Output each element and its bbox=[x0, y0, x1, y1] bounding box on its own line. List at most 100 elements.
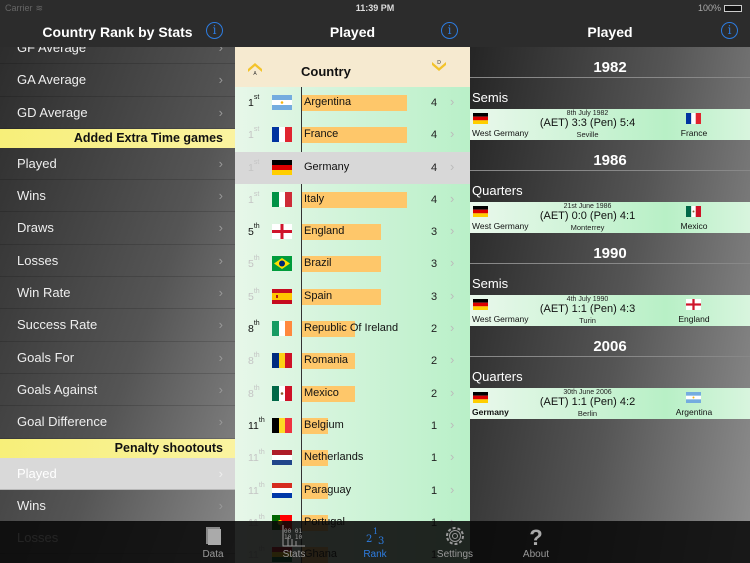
match-date: 8th July 1982 bbox=[566, 110, 609, 117]
rank-position: 5th bbox=[248, 255, 260, 271]
sort-descending-icon[interactable]: D bbox=[431, 59, 447, 73]
chevron-right-icon: › bbox=[450, 94, 455, 109]
menu-item-label: Losses bbox=[17, 252, 59, 268]
netherlands-flag-icon bbox=[272, 450, 292, 466]
menu-item-ga-average[interactable]: GA Average › bbox=[0, 64, 235, 97]
rank-position: 5th bbox=[248, 223, 260, 239]
tab-stats[interactable]: 00 01 10 10 Stats bbox=[254, 521, 334, 563]
rank-row[interactable]: 1st France 4 › bbox=[235, 119, 470, 152]
rank-row[interactable]: 8th Republic Of Ireland 2 › bbox=[235, 313, 470, 346]
chevron-right-icon: › bbox=[450, 449, 455, 465]
section-header: Penalty shootouts bbox=[0, 438, 235, 458]
rank-position: 8th bbox=[248, 384, 260, 400]
chevron-right-icon: › bbox=[450, 320, 455, 336]
menu-item-wins[interactable]: Wins › bbox=[0, 180, 235, 213]
menu-item-gd-average[interactable]: GD Average › bbox=[0, 97, 235, 129]
svg-text:A: A bbox=[253, 71, 257, 75]
rank-row[interactable]: 11th Belgium 1 › bbox=[235, 409, 470, 443]
year-header: 1986 bbox=[470, 140, 750, 171]
rank-position: 8th bbox=[248, 320, 260, 336]
away-team: France bbox=[680, 128, 708, 138]
menu-item-played[interactable]: Played › bbox=[0, 457, 235, 490]
belgium-flag-icon bbox=[272, 417, 292, 433]
rank-row[interactable]: 5th Brazil 3 › bbox=[235, 248, 470, 281]
year-header: 2006 bbox=[470, 326, 750, 357]
match-row[interactable]: West Germany 21st June 1986 (AET) 0:0 (Pen… bbox=[470, 202, 750, 233]
match-row[interactable]: West Germany 8th July 1982 (AET) 3:3 (Pen)… bbox=[470, 109, 750, 140]
battery-status: 100% bbox=[698, 3, 742, 13]
middle-panel-title: Played bbox=[329, 24, 376, 40]
menu-item-label: GD Average bbox=[17, 104, 88, 120]
country-name: Argentina bbox=[304, 96, 352, 108]
stat-value: 4 bbox=[431, 161, 438, 174]
away-team: England bbox=[678, 314, 710, 324]
binary-chart-icon: 00 0110 10 bbox=[282, 525, 305, 547]
stat-value: 2 bbox=[431, 355, 438, 368]
country-name: Netherlands bbox=[304, 451, 364, 464]
stat-value: 4 bbox=[431, 129, 438, 142]
menu-item-label: GA Average bbox=[17, 72, 87, 88]
rank-position: 1st bbox=[248, 126, 260, 142]
menu-item-goals-for[interactable]: Goals For › bbox=[0, 342, 235, 374]
chevron-right-icon: › bbox=[218, 285, 223, 301]
menu-item-goals-against[interactable]: Goals Against › bbox=[0, 374, 235, 407]
rank-position: 1st bbox=[248, 158, 260, 174]
menu-item-draws[interactable]: Draws › bbox=[0, 212, 235, 245]
paraguay-flag-icon bbox=[272, 482, 292, 498]
chevron-right-icon: › bbox=[450, 481, 455, 497]
rank-row[interactable]: 11th Netherlands 1 › bbox=[235, 442, 470, 475]
stat-value: 1 bbox=[431, 419, 438, 432]
rank-row[interactable]: 8th Mexico 2 › bbox=[235, 377, 470, 410]
brazil-flag-icon bbox=[272, 256, 292, 272]
menu-item-win-rate[interactable]: Win Rate › bbox=[0, 277, 235, 310]
menu-item-goal-difference[interactable]: Goal Difference › bbox=[0, 406, 235, 439]
svg-text:3: 3 bbox=[378, 536, 384, 547]
column-header: A Country D bbox=[235, 47, 470, 87]
france-flag-icon bbox=[272, 127, 292, 143]
country-column-label[interactable]: Country bbox=[301, 64, 351, 79]
round-label: Semis bbox=[472, 90, 509, 105]
mexico-flag-icon bbox=[272, 385, 292, 401]
rank-row[interactable]: 1st Italy 4 › bbox=[235, 183, 470, 217]
info-icon[interactable]: i bbox=[721, 22, 738, 39]
menu-item-losses[interactable]: Losses › bbox=[0, 245, 235, 278]
rank-position: 11th bbox=[248, 481, 265, 497]
chevron-right-icon: › bbox=[218, 465, 223, 481]
rank-row[interactable]: 8th Romania 2 › bbox=[235, 345, 470, 378]
rank-list-panel: Played i A Country D 1st Argentina 4 › 1st Fr… bbox=[235, 0, 470, 563]
info-icon[interactable]: i bbox=[206, 22, 223, 39]
country-name: Belgium bbox=[304, 418, 344, 431]
chevron-right-icon: › bbox=[218, 155, 223, 171]
tab-data[interactable]: Data bbox=[173, 521, 253, 563]
match-row[interactable]: West Germany 4th July 1990 (AET) 1:1 (Pen)… bbox=[470, 295, 750, 326]
country-name: Republic Of Ireland bbox=[304, 322, 399, 335]
ireland-flag-icon bbox=[272, 321, 292, 337]
chevron-right-icon: › bbox=[218, 220, 223, 236]
tab-rank[interactable]: 213 Rank bbox=[335, 521, 415, 563]
menu-item-label: Played bbox=[17, 155, 57, 171]
stats-menu: GF Average › GA Average › GD Average › Added E… bbox=[0, 32, 235, 555]
country-name: Italy bbox=[304, 192, 325, 205]
chevron-right-icon: › bbox=[218, 414, 223, 430]
away-team: Argentina bbox=[675, 407, 713, 417]
rank-row[interactable]: 11th Paraguay 1 › bbox=[235, 474, 470, 507]
rank-row[interactable]: 1st Argentina 4 › bbox=[235, 87, 470, 120]
book-icon bbox=[206, 527, 221, 545]
away-team: Mexico bbox=[680, 221, 708, 231]
svg-text:1: 1 bbox=[373, 527, 378, 536]
rank-row[interactable]: 1st Germany 4 › bbox=[235, 151, 470, 184]
chevron-right-icon: › bbox=[218, 252, 223, 268]
rank-row[interactable]: 5th Spain 3 › bbox=[235, 280, 470, 314]
chevron-right-icon: › bbox=[450, 287, 455, 303]
match-row[interactable]: Germany 30th June 2006 (AET) 1:1 (Pen) 4:2… bbox=[470, 388, 750, 419]
menu-item-played[interactable]: Played › bbox=[0, 148, 235, 181]
menu-item-wins[interactable]: Wins › bbox=[0, 490, 235, 523]
menu-item-success-rate[interactable]: Success Rate › bbox=[0, 309, 235, 342]
tab-about[interactable]: ? About bbox=[496, 521, 576, 563]
tab-settings[interactable]: Settings bbox=[415, 521, 495, 563]
menu-item-label: Played bbox=[17, 465, 57, 481]
rank-row[interactable]: 5th England 3 › bbox=[235, 216, 470, 249]
sort-ascending-icon[interactable]: A bbox=[247, 61, 263, 75]
mexico-flag-icon bbox=[686, 206, 701, 217]
info-icon[interactable]: i bbox=[441, 22, 458, 39]
